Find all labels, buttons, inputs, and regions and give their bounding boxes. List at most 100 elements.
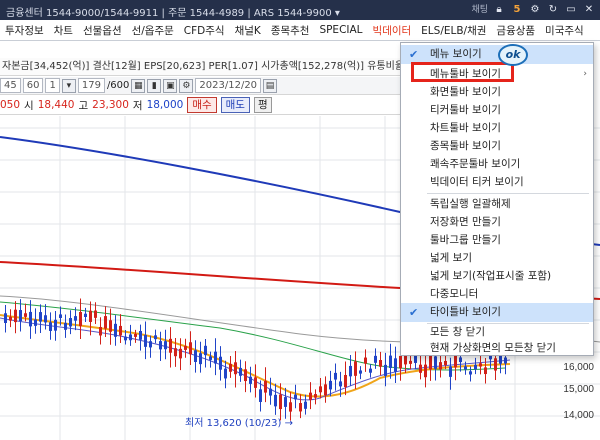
menu-futures-order[interactable]: 선/옵주문 (127, 23, 179, 38)
menu-create-toolbar-group[interactable]: 툴바그룹 만들기 (401, 231, 593, 250)
unit-select[interactable]: 1 (45, 78, 60, 93)
menu-chart[interactable]: 차트 (49, 23, 78, 38)
save-icon[interactable]: ▣ (163, 78, 178, 93)
menu-show-stock-toolbar[interactable]: 종목툴바 보이기 (401, 137, 593, 156)
bar-count-total: /600 (106, 80, 130, 91)
period-field-b[interactable]: 60 (22, 78, 44, 93)
candle-body (264, 380, 267, 393)
candle-body (184, 346, 187, 350)
gear-icon[interactable]: ⚙ (179, 78, 194, 93)
menu-wide-view-taskbar[interactable]: 넓게 보기(작업표시줄 포함) (401, 267, 593, 286)
candle-body (109, 320, 112, 332)
candle-body (449, 366, 452, 377)
low-label: 저 (132, 99, 143, 112)
menu-wide-view[interactable]: 넓게 보기 (401, 249, 593, 268)
menu-big-data[interactable]: 빅데이터 (368, 23, 417, 38)
high-label: 고 (78, 99, 89, 112)
window-icon[interactable]: ▭ (564, 2, 578, 18)
candle-body (339, 381, 342, 387)
chat-button[interactable]: 채팅 (471, 2, 488, 18)
date-field[interactable]: 2023/12/20 (195, 78, 262, 93)
checkmark-icon: ✔ (409, 306, 419, 319)
menu-stock-recommend[interactable]: 종목추천 (266, 23, 315, 38)
arrow-right-icon: → (284, 418, 293, 429)
highlight-annotation-box (411, 62, 514, 82)
candle-body (244, 369, 247, 382)
candle-body (164, 341, 167, 350)
menu-els-elb-bond[interactable]: ELS/ELB/채권 (416, 23, 491, 38)
menu-show-titlebar[interactable]: ✔ 타이틀바 보이기 (401, 303, 593, 322)
titlebar-icons: 채팅 🔒︎ 5 ⚙ ↻ ▭ ✕ (471, 2, 596, 18)
window-titlebar: 금융센터 1544-9000/1544-9911 | 주문 1544-4989 … (0, 0, 600, 20)
menu-cfd-stock[interactable]: CFD주식 (179, 23, 230, 38)
candle-body (239, 367, 242, 376)
y-label-16000: 16,000 (563, 362, 594, 373)
calendar-icon[interactable]: ▤ (263, 78, 278, 93)
candle-body (444, 360, 447, 366)
candle-body (439, 362, 442, 370)
low-price: 18,000 (146, 99, 184, 111)
candle-body (224, 368, 227, 379)
lock-icon[interactable]: 🔒︎ (492, 2, 506, 18)
candle-body (19, 310, 22, 322)
menu-show-screen-toolbar[interactable]: 화면툴바 보이기 (401, 83, 593, 102)
notification-5-icon[interactable]: 5 (510, 2, 524, 18)
menu-show-quick-order-toolbar[interactable]: 쾌속주문툴바 보이기 (401, 155, 593, 174)
candle-body (324, 384, 327, 396)
titlebar-phone-info: 금융센터 1544-9000/1544-9911 | 주문 1544-4989 … (6, 8, 340, 19)
candle-body (24, 313, 27, 317)
menu-special[interactable]: SPECIAL (314, 24, 367, 36)
menu-create-saved-screen[interactable]: 저장화면 만들기 (401, 213, 593, 232)
candle-body (79, 311, 82, 327)
menu-show-ticker-toolbar[interactable]: 티커툴바 보이기 (401, 101, 593, 120)
bar-count-field[interactable]: 179 (77, 78, 105, 93)
period-field-a[interactable]: 45 (0, 78, 21, 93)
menu-us-stocks[interactable]: 미국주식 (540, 23, 589, 38)
candle-body (474, 364, 477, 370)
grid-icon[interactable]: ▦ (131, 78, 146, 93)
close-icon[interactable]: ✕ (582, 2, 596, 18)
candle-body (89, 310, 92, 322)
candle-body (174, 348, 177, 357)
candle-body (419, 364, 422, 373)
menu-multi-monitor[interactable]: 다중모니터 (401, 285, 593, 304)
candle-body (319, 386, 322, 393)
candle-body (379, 360, 382, 367)
candle-body (279, 394, 282, 410)
gear-icon[interactable]: ⚙ (528, 2, 542, 18)
menu-futures-options[interactable]: 선물옵션 (78, 23, 127, 38)
candle-body (59, 314, 62, 318)
chevron-right-icon: › (583, 69, 587, 79)
candle-body (389, 355, 392, 368)
candle-body (124, 336, 127, 341)
candle-body (344, 375, 347, 388)
average-button[interactable]: 평 (253, 97, 272, 113)
menu-release-independent[interactable]: 독립실행 일괄해제 (401, 195, 593, 214)
price-summary-bar: 050 시 18,440 고 23,300 저 18,000 매수 매도 평 (0, 96, 405, 115)
candle-body (144, 334, 147, 347)
candle-body (254, 377, 257, 388)
menu-show-bigdata-ticker[interactable]: 빅데이터 티커 보이기 (401, 173, 593, 192)
candle-body (484, 367, 487, 375)
candle-body (69, 318, 72, 327)
candle-body (179, 348, 182, 359)
candle-body (329, 380, 332, 390)
menu-close-virtual-screen-windows[interactable]: 현재 가상화면의 모든창 닫기 (401, 339, 593, 358)
candle-body (234, 362, 237, 375)
menu-investment-info[interactable]: 투자정보 (0, 23, 49, 38)
prev-price: 050 (0, 99, 21, 111)
buy-button[interactable]: 매수 (187, 97, 217, 113)
bar-chart-icon[interactable]: ▮ (147, 78, 162, 93)
sell-button[interactable]: 매도 (220, 97, 250, 113)
ok-badge: ok (498, 44, 528, 66)
menu-channel-k[interactable]: 채널K (230, 23, 266, 38)
candle-body (154, 335, 157, 340)
candle-body (214, 351, 217, 364)
menu-financial-products[interactable]: 금융상품 (491, 23, 540, 38)
candle-body (479, 363, 482, 367)
menu-show-chart-toolbar[interactable]: 차트툴바 보이기 (401, 119, 593, 138)
refresh-icon[interactable]: ↻ (546, 2, 560, 18)
chevron-down-icon[interactable]: ▾ (61, 78, 76, 93)
candle-body (314, 394, 317, 398)
candle-body (204, 345, 207, 356)
